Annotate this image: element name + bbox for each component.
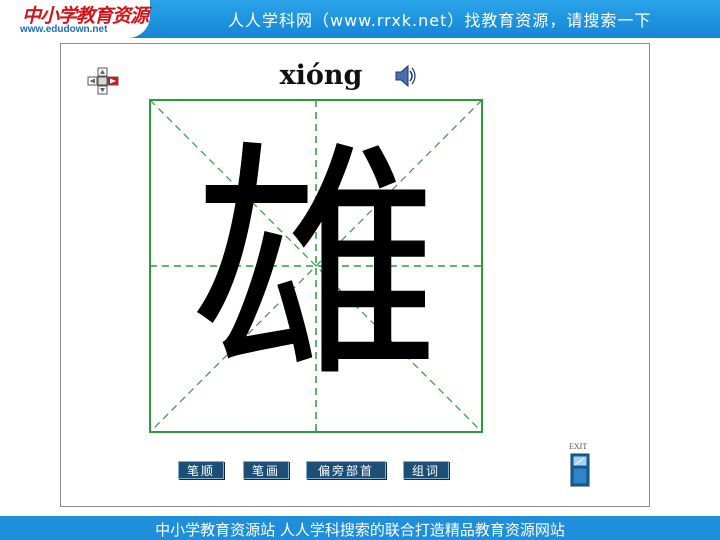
- hanzi-character: 雄: [191, 120, 441, 411]
- lesson-card: xióng 雄 笔顺 笔画 偏旁部首 组词 EXIT: [60, 43, 650, 507]
- strokes-button[interactable]: 笔画: [243, 461, 289, 479]
- top-banner: 中小学教育资源 www.edudown.net 人人学科网（www.rrxk.n…: [0, 0, 720, 38]
- site-logo[interactable]: 中小学教育资源 www.edudown.net: [0, 0, 150, 38]
- header-slogan: 人人学科网（www.rrxk.net）找教育资源，请搜索一下: [228, 11, 652, 30]
- word-building-button[interactable]: 组词: [403, 461, 449, 479]
- pinyin-label: xióng: [279, 60, 363, 91]
- radical-button[interactable]: 偏旁部首: [306, 461, 386, 479]
- nav-arrows-icon[interactable]: [86, 67, 120, 95]
- footer-bar: 中小学教育资源站 人人学科搜索的联合打造精品教育资源网站: [0, 516, 720, 540]
- stroke-order-button[interactable]: 笔顺: [178, 461, 224, 479]
- exit-door-icon[interactable]: [570, 453, 590, 487]
- speaker-icon[interactable]: [394, 64, 416, 88]
- logo-url: www.edudown.net: [20, 24, 108, 35]
- exit-label: EXIT: [569, 442, 588, 451]
- footer-text: 中小学教育资源站 人人学科搜索的联合打造精品教育资源网站: [155, 521, 565, 539]
